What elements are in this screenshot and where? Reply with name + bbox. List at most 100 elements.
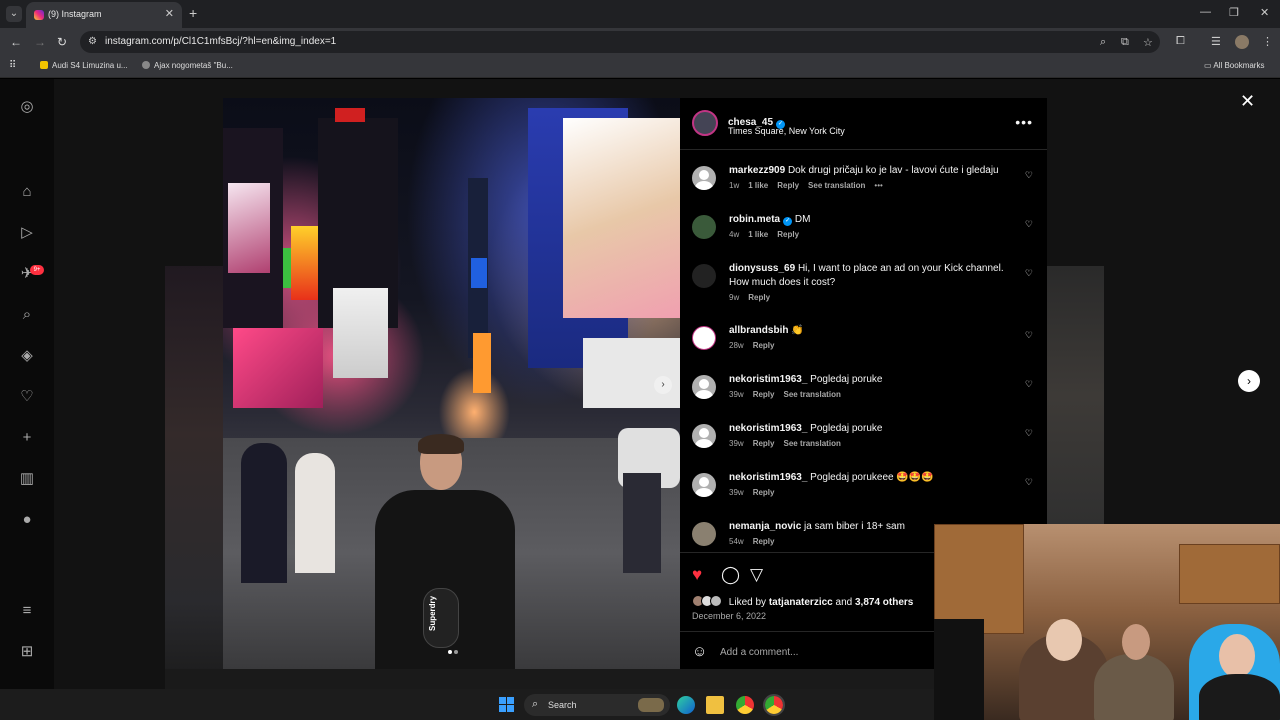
commenter-avatar[interactable] — [692, 326, 716, 350]
more-menu-icon[interactable]: ≡ — [17, 601, 37, 621]
comment-icon[interactable]: ◯ — [721, 565, 740, 585]
comment-time: 4w — [729, 230, 740, 239]
comment-like-heart-icon[interactable]: ♡ — [1025, 477, 1033, 488]
bookmark-star-icon[interactable]: ☆ — [1143, 36, 1153, 49]
post-photo[interactable]: Superdry › — [223, 98, 680, 669]
comment-username[interactable]: nekoristim1963_ — [729, 423, 807, 434]
chrome-profile-icon[interactable] — [763, 694, 785, 716]
comment-username[interactable]: dionysuss_69 — [729, 263, 795, 274]
post-location[interactable]: Times Square, New York City — [728, 126, 845, 136]
tab-close-icon[interactable]: ✕ — [165, 7, 174, 20]
notifications-heart-icon[interactable]: ♡ — [17, 387, 37, 407]
background-feed-right — [1047, 266, 1104, 526]
maximize-icon[interactable]: ❐ — [1229, 6, 1239, 19]
chrome-icon[interactable] — [736, 696, 754, 714]
commenter-avatar[interactable] — [692, 264, 716, 288]
see-translation-button[interactable]: See translation — [808, 181, 865, 190]
new-tab-icon[interactable]: + — [189, 5, 197, 21]
comment-like-heart-icon[interactable]: ♡ — [1025, 170, 1033, 181]
search-highlight-icon — [638, 698, 664, 712]
profile-icon[interactable]: ● — [17, 510, 37, 530]
comment-username[interactable]: allbrandsbih — [729, 325, 788, 336]
comment-likes[interactable]: 1 like — [748, 230, 768, 239]
home-icon[interactable]: ⌂ — [17, 182, 37, 202]
author-avatar[interactable] — [692, 110, 718, 136]
like-heart-icon[interactable]: ♥ — [692, 565, 702, 585]
comment-text: Pogledaj poruke — [810, 423, 883, 434]
comment-username[interactable]: nekoristim1963_ — [729, 472, 807, 483]
edge-icon[interactable] — [677, 696, 695, 714]
reply-button[interactable]: Reply — [777, 181, 799, 190]
more-options-icon[interactable]: ••• — [1015, 114, 1033, 130]
reading-list-icon[interactable]: ☰ — [1211, 35, 1221, 48]
next-post-icon[interactable]: › — [1238, 370, 1260, 392]
also-from-meta-icon[interactable]: ⊞ — [17, 642, 37, 662]
windows-start-icon[interactable] — [499, 697, 514, 712]
comment-username[interactable]: nemanja_novic — [729, 521, 801, 532]
comment-username[interactable]: robin.meta — [729, 214, 780, 225]
url-text[interactable]: instagram.com/p/Cl1C1mfsBcj/?hl=en&img_i… — [105, 36, 336, 47]
comment-likes[interactable]: 1 like — [748, 181, 768, 190]
back-icon[interactable]: ← — [10, 35, 22, 49]
tab-instagram[interactable]: (9) Instagram ✕ — [26, 2, 182, 28]
comment-like-heart-icon[interactable]: ♡ — [1025, 428, 1033, 439]
bookmark-audi[interactable]: Audi S4 Limuzina u... — [40, 61, 128, 70]
liked-by-others[interactable]: 3,874 others — [855, 597, 913, 608]
comment-like-heart-icon[interactable]: ♡ — [1025, 379, 1033, 390]
streamer-right — [1199, 674, 1280, 720]
reply-button[interactable]: Reply — [753, 341, 775, 350]
commenter-avatar[interactable] — [692, 375, 716, 399]
comment-like-heart-icon[interactable]: ♡ — [1025, 219, 1033, 230]
explore-icon[interactable]: ◈ — [17, 346, 37, 366]
tab-search-icon[interactable]: ⌄ — [6, 6, 22, 22]
taskbar-search[interactable]: ⌕ Search — [524, 694, 670, 716]
reply-button[interactable]: Reply — [753, 390, 775, 399]
extensions-icon[interactable]: ⧠ — [1176, 35, 1185, 48]
emoji-icon[interactable]: ☺ — [692, 643, 707, 660]
site-info-icon[interactable]: ⚙ — [88, 36, 97, 47]
share-icon[interactable]: ▽ — [750, 565, 763, 585]
profile-avatar[interactable] — [1235, 35, 1249, 49]
comment-meta: 4w 1 like Reply — [729, 230, 808, 239]
photo-next-icon[interactable]: › — [654, 376, 672, 394]
bookmark-ajax[interactable]: Ajax nogometaš "Bu... — [142, 61, 233, 70]
add-comment-input[interactable] — [720, 644, 920, 660]
create-icon[interactable]: + — [17, 428, 37, 448]
instagram-logo-icon[interactable]: ◎ — [17, 97, 37, 117]
search-icon[interactable]: ⌕ — [17, 305, 37, 325]
commenter-avatar[interactable] — [692, 166, 716, 190]
comment-username[interactable]: nekoristim1963_ — [729, 374, 807, 385]
commenter-avatar[interactable] — [692, 473, 716, 497]
reply-button[interactable]: Reply — [753, 537, 775, 546]
commenter-avatar[interactable] — [692, 424, 716, 448]
commenter-avatar[interactable] — [692, 215, 716, 239]
reply-button[interactable]: Reply — [777, 230, 799, 239]
see-translation-button[interactable]: See translation — [783, 439, 840, 448]
chrome-menu-icon[interactable]: ⋮ — [1262, 35, 1273, 48]
file-explorer-icon[interactable] — [706, 696, 724, 714]
comment-like-heart-icon[interactable]: ♡ — [1025, 330, 1033, 341]
reply-button[interactable]: Reply — [753, 439, 775, 448]
zoom-icon[interactable]: ⌕ — [1100, 36, 1106, 49]
liked-by-user[interactable]: tatjanaterzicc — [769, 597, 833, 608]
apps-grid-icon[interactable]: ⠿ — [9, 60, 16, 71]
comment-username[interactable]: markezz909 — [729, 165, 785, 176]
comment-like-heart-icon[interactable]: ♡ — [1025, 268, 1033, 279]
window-close-icon[interactable]: ✕ — [1260, 6, 1269, 19]
reply-button[interactable]: Reply — [748, 293, 770, 302]
minimize-icon[interactable]: — — [1200, 6, 1211, 18]
close-post-icon[interactable]: ✕ — [1240, 91, 1255, 112]
reels-icon[interactable]: ▷ — [17, 223, 37, 243]
address-bar[interactable]: ⚙ instagram.com/p/Cl1C1mfsBcj/?hl=en&img… — [80, 31, 1160, 53]
see-translation-button[interactable]: See translation — [783, 390, 840, 399]
comment-more-icon[interactable]: ••• — [874, 181, 882, 190]
all-bookmarks[interactable]: ▭ All Bookmarks — [1204, 61, 1264, 70]
install-app-icon[interactable]: ⧉ — [1121, 36, 1129, 49]
commenter-avatar[interactable] — [692, 522, 716, 546]
dashboard-icon[interactable]: ▥ — [17, 469, 37, 489]
reply-button[interactable]: Reply — [753, 488, 775, 497]
comment-meta: 1w 1 like Reply See translation ••• — [729, 181, 892, 190]
reload-icon[interactable]: ↻ — [57, 35, 67, 49]
forward-icon[interactable]: → — [34, 35, 46, 49]
windows-taskbar: ⌕ Search — [0, 689, 934, 720]
